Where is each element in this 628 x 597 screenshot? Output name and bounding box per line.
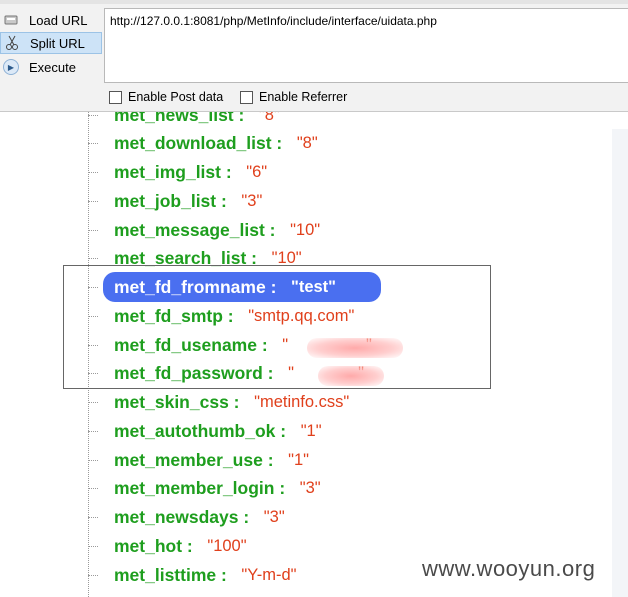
row-key: met_newsdays — [114, 507, 239, 527]
row-value: "3" — [299, 479, 321, 498]
row-key: met_news_list — [114, 112, 234, 125]
tree-connector — [88, 459, 98, 461]
row-value: "8" — [258, 112, 280, 124]
row-separator: : — [271, 133, 297, 154]
tree-connector — [88, 143, 98, 145]
row-value: "10" — [290, 220, 321, 239]
tree-connector — [88, 258, 98, 260]
row-key: met_member_use — [114, 449, 263, 470]
row-key: met_img_list — [114, 162, 221, 182]
tree-row[interactable]: met_hot : "100" — [88, 534, 247, 558]
row-separator: : — [216, 190, 242, 211]
row-value: "8" — [296, 134, 318, 153]
row-separator: : — [275, 420, 301, 441]
tree-connector — [88, 517, 98, 518]
scrollbar-track[interactable] — [612, 129, 628, 597]
tree-row[interactable]: met_skin_css : "metinfo.css" — [88, 391, 349, 415]
tree-row[interactable]: met_autothumb_ok : "1" — [88, 419, 322, 443]
tree-row[interactable]: met_job_list : "3" — [88, 189, 262, 213]
tree-row[interactable]: met_member_login : "3" — [88, 477, 321, 501]
enable-referrer-checkbox[interactable]: Enable Referrer — [240, 90, 347, 104]
split-url-label: Split URL — [30, 35, 85, 51]
row-key: met_hot — [114, 535, 183, 556]
row-value: "Y-m-d" — [241, 565, 297, 584]
url-textarea[interactable]: http://127.0.0.1:8081/php/MetInfo/includ… — [104, 8, 628, 83]
row-separator: : — [274, 478, 300, 499]
selection-rectangle — [63, 265, 491, 389]
row-key: met_skin_css — [114, 392, 229, 412]
row-value: "3" — [263, 508, 285, 526]
tree-row[interactable]: met_member_use : "1" — [88, 448, 309, 472]
row-separator: : — [216, 564, 242, 585]
checkbox-box[interactable] — [240, 90, 253, 104]
tree-connector — [88, 114, 98, 116]
watermark-text: www.wooyun.org — [422, 556, 596, 581]
url-text: http://127.0.0.1:8081/php/MetInfo/includ… — [110, 14, 437, 28]
tree-connector — [88, 488, 98, 490]
scissors-icon — [4, 35, 20, 51]
tree-connector — [88, 430, 98, 432]
execute-label: Execute — [29, 59, 76, 75]
execute-button[interactable]: ▶ Execute — [0, 56, 102, 78]
row-value: "metinfo.css" — [254, 393, 350, 411]
tree-connector — [88, 172, 98, 173]
row-separator: : — [264, 219, 291, 240]
row-separator: : — [220, 162, 247, 182]
tree-row[interactable]: met_message_list : "10" — [88, 218, 320, 242]
row-key: met_job_list — [114, 190, 217, 211]
tree-connector — [88, 574, 98, 576]
row-separator: : — [182, 535, 208, 556]
row-key: met_download_list — [114, 133, 272, 154]
tree-row[interactable]: met_download_list : "8" — [88, 132, 318, 156]
tree-connector — [88, 545, 98, 547]
load-url-button[interactable]: Load URL — [0, 9, 102, 31]
tree-connector — [88, 402, 98, 403]
enable-post-checkbox[interactable]: Enable Post data — [109, 90, 223, 104]
row-key: met_autothumb_ok — [114, 420, 276, 441]
tree-connector — [88, 200, 98, 202]
load-url-label: Load URL — [29, 12, 88, 28]
json-tree-view: met_news_list : "8" met_download_list : "… — [0, 112, 628, 597]
row-separator: : — [262, 449, 289, 470]
row-separator: : — [238, 507, 264, 527]
row-separator: : — [228, 392, 255, 412]
split-url-button[interactable]: Split URL — [0, 32, 102, 54]
play-icon: ▶ — [3, 59, 19, 75]
row-value: "3" — [241, 191, 263, 210]
enable-post-label: Enable Post data — [128, 90, 224, 104]
row-separator: : — [233, 112, 259, 125]
row-value: "6" — [246, 163, 268, 181]
row-key: met_listtime — [114, 564, 217, 585]
tree-row[interactable]: met_newsdays : "3" — [88, 506, 285, 530]
tree-connector — [88, 229, 98, 231]
load-url-icon — [3, 12, 19, 28]
row-value: "1" — [288, 450, 310, 469]
row-value: "100" — [207, 536, 247, 555]
tree-row[interactable]: met_news_list : "8" — [88, 112, 280, 127]
checkbox-box[interactable] — [109, 90, 122, 104]
hackbar-toolbar: Load URL Split URL ▶ Execute http://127.… — [0, 0, 628, 112]
row-key: met_message_list — [114, 219, 265, 240]
row-value: "1" — [300, 421, 322, 440]
tree-row[interactable]: met_listtime : "Y-m-d" — [88, 563, 297, 587]
row-key: met_member_login — [114, 478, 275, 499]
toolbar-top-border — [0, 0, 628, 4]
tree-row[interactable]: met_img_list : "6" — [88, 161, 267, 185]
enable-referrer-label: Enable Referrer — [259, 90, 348, 104]
